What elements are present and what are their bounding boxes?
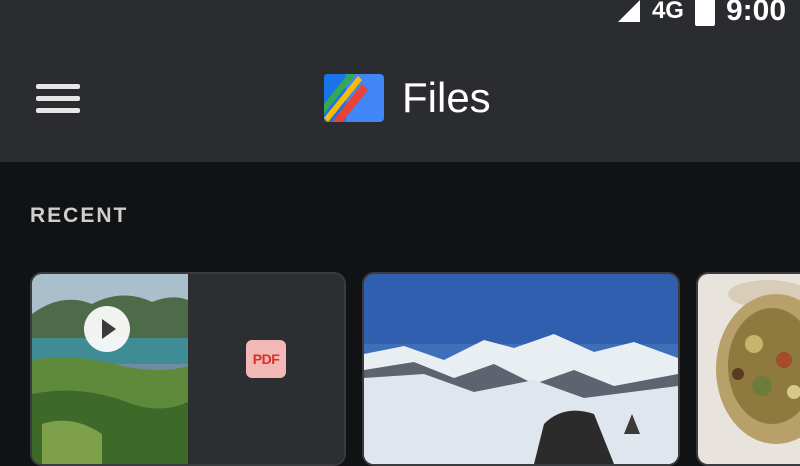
video-thumbnail (32, 274, 188, 464)
network-type: 4G (651, 0, 684, 24)
play-icon[interactable] (84, 306, 130, 352)
battery-icon (694, 0, 715, 26)
status-bar: 4G 9:00 (0, 0, 800, 30)
recent-card-video-pdf[interactable]: PDF (30, 272, 346, 466)
mountain-image-thumbnail (364, 274, 678, 464)
status-icons: 4G 9:00 (616, 0, 786, 27)
files-logo-icon (324, 74, 384, 122)
hamburger-menu-icon[interactable] (34, 80, 82, 118)
app-title: Files (402, 74, 491, 121)
recent-section-label: RECENT (30, 204, 129, 227)
pdf-tile[interactable]: PDF (188, 274, 344, 464)
recent-card-image[interactable] (362, 272, 680, 466)
food-image-thumbnail (698, 274, 800, 464)
app-bar: Files (0, 30, 800, 162)
clock: 9:00 (725, 0, 786, 27)
recent-card-image[interactable] (696, 272, 800, 466)
pdf-icon: PDF (246, 340, 286, 378)
signal-icon (617, 0, 640, 22)
